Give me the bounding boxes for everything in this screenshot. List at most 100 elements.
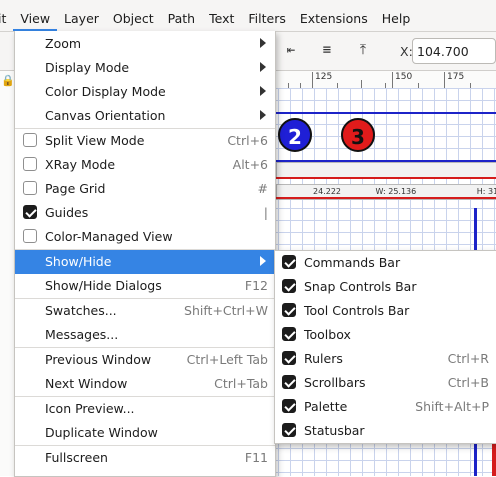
menu-item-label: Page Grid <box>45 181 106 196</box>
menu-item-label: Display Mode <box>45 60 130 75</box>
menu-item-label: XRay Mode <box>45 157 116 172</box>
menu-item-label: Show/Hide <box>45 254 112 269</box>
highlight-frame-red <box>276 177 496 179</box>
menu-item-guides[interactable]: Guides | <box>15 201 275 225</box>
submenu-item-rulers[interactable]: Rulers Ctrl+R <box>275 347 496 371</box>
menu-item-display-mode[interactable]: Display Mode <box>15 56 275 80</box>
menu-item-messages[interactable]: Messages... <box>15 323 275 347</box>
menu-path[interactable]: Path <box>161 11 202 31</box>
menu-view[interactable]: View <box>13 11 58 31</box>
submenu-arrow-icon <box>260 110 266 120</box>
menu-item-shortcut: # <box>257 181 268 196</box>
align-center-icon[interactable]: ≡ <box>318 41 336 59</box>
menu-item-color-managed-view[interactable]: Color-Managed View <box>15 225 275 249</box>
vertical-ruler[interactable] <box>0 88 15 476</box>
submenu-arrow-icon <box>260 86 266 96</box>
x-label: X: <box>400 44 413 59</box>
submenu-item-snap-controls-bar[interactable]: Snap Controls Bar <box>275 275 496 299</box>
checkbox-checked-icon <box>282 351 296 365</box>
menu-item-swatches[interactable]: Swatches... Shift+Ctrl+W <box>15 299 275 323</box>
menu-filters[interactable]: Filters <box>241 11 292 31</box>
menu-item-color-display-mode[interactable]: Color Display Mode <box>15 80 275 104</box>
callout-marker-3: 3 <box>341 118 375 152</box>
coord-h: H: 31.349 <box>476 187 496 196</box>
menu-help[interactable]: Help <box>375 11 418 31</box>
menu-item-label: Guides <box>45 205 89 220</box>
menu-item-label: Scrollbars <box>304 375 366 390</box>
submenu-item-toolbox[interactable]: Toolbox <box>275 323 496 347</box>
menu-item-label: Color-Managed View <box>45 229 173 244</box>
menu-item-shortcut: Shift+Ctrl+W <box>184 303 268 318</box>
menu-item-label: Split View Mode <box>45 133 145 148</box>
menu-item-shortcut: Ctrl+Tab <box>214 376 268 391</box>
menubar: it View Layer Object Path Text Filters E… <box>0 0 496 32</box>
checkbox-unchecked-icon <box>23 157 37 171</box>
menu-item-label: Snap Controls Bar <box>304 279 417 294</box>
highlight-frame-bottom <box>276 197 496 199</box>
menu-item-show-hide[interactable]: Show/Hide <box>15 250 275 274</box>
checkbox-checked-icon <box>282 279 296 293</box>
submenu-arrow-icon <box>260 38 266 48</box>
menu-item-label: Tool Controls Bar <box>304 303 410 318</box>
coord-w: W: 25.136 <box>375 187 417 196</box>
menu-item-previous-window[interactable]: Previous Window Ctrl+Left Tab <box>15 348 275 372</box>
submenu-arrow-icon <box>260 256 266 266</box>
menu-item-shortcut: Shift+Alt+P <box>415 399 489 414</box>
checkbox-checked-icon <box>23 205 37 219</box>
view-menu: Zoom Display Mode Color Display Mode Can… <box>14 31 276 477</box>
guide-line <box>276 112 496 114</box>
menu-item-show-hide-dialogs[interactable]: Show/Hide Dialogs F12 <box>15 274 275 298</box>
checkbox-unchecked-icon <box>23 133 37 147</box>
menu-text[interactable]: Text <box>202 11 241 31</box>
x-coordinate-field[interactable]: 104.700 <box>412 38 496 64</box>
menu-item-label: Messages... <box>45 327 119 342</box>
menu-item-xray-mode[interactable]: XRay Mode Alt+6 <box>15 153 275 177</box>
menu-item-label: Statusbar <box>304 423 365 438</box>
menu-item-page-grid[interactable]: Page Grid # <box>15 177 275 201</box>
submenu-item-statusbar[interactable]: Statusbar <box>275 419 496 443</box>
submenu-item-palette[interactable]: Palette Shift+Alt+P <box>275 395 496 419</box>
coord-y: 24.222 <box>313 187 341 196</box>
align-left-icon[interactable]: ⇤ <box>282 41 300 59</box>
show-hide-submenu: Commands Bar Snap Controls Bar Tool Cont… <box>274 250 496 444</box>
menu-item-shortcut: | <box>263 205 268 220</box>
menu-item-label: Canvas Orientation <box>45 108 166 123</box>
menu-item-duplicate-window[interactable]: Duplicate Window <box>15 421 275 445</box>
menu-item-split-view-mode[interactable]: Split View Mode Ctrl+6 <box>15 129 275 153</box>
menu-item-label: Next Window <box>45 376 128 391</box>
menu-edit[interactable]: it <box>0 11 13 31</box>
menu-extensions[interactable]: Extensions <box>293 11 375 31</box>
menu-item-shortcut: Ctrl+R <box>447 351 489 366</box>
menu-item-label: Fullscreen <box>45 450 108 465</box>
checkbox-unchecked-icon <box>23 181 37 195</box>
lock-icon[interactable]: 🔒 <box>1 74 15 87</box>
menu-item-zoom[interactable]: Zoom <box>15 32 275 56</box>
embedded-toolbar-row <box>276 162 496 178</box>
menu-item-shortcut: Alt+6 <box>232 157 268 172</box>
submenu-item-commands-bar[interactable]: Commands Bar <box>275 251 496 275</box>
checkbox-checked-icon <box>282 327 296 341</box>
menu-item-next-window[interactable]: Next Window Ctrl+Tab <box>15 372 275 396</box>
submenu-item-tool-controls-bar[interactable]: Tool Controls Bar <box>275 299 496 323</box>
menu-item-label: Toolbox <box>304 327 351 342</box>
menu-item-label: Zoom <box>45 36 82 51</box>
checkbox-checked-icon <box>282 255 296 269</box>
align-top-icon[interactable]: ⤒ <box>354 41 372 59</box>
menu-item-shortcut: Ctrl+B <box>447 375 489 390</box>
ruler-label-125: 125 <box>315 72 333 82</box>
menu-item-label: Icon Preview... <box>45 401 135 416</box>
menu-item-label: Palette <box>304 399 348 414</box>
menu-item-icon-preview[interactable]: Icon Preview... <box>15 397 275 421</box>
menu-item-canvas-orientation[interactable]: Canvas Orientation <box>15 104 275 128</box>
menu-object[interactable]: Object <box>106 11 161 31</box>
menu-item-label: Commands Bar <box>304 255 401 270</box>
submenu-item-scrollbars[interactable]: Scrollbars Ctrl+B <box>275 371 496 395</box>
menu-item-shortcut: F12 <box>244 278 268 293</box>
menu-item-label: Previous Window <box>45 352 152 367</box>
menu-item-shortcut: Ctrl+6 <box>227 133 268 148</box>
submenu-arrow-icon <box>260 62 266 72</box>
checkbox-checked-icon <box>282 423 296 437</box>
menu-item-shortcut: F11 <box>244 450 268 465</box>
menu-item-fullscreen[interactable]: Fullscreen F11 <box>15 446 275 470</box>
menu-layer[interactable]: Layer <box>57 11 106 31</box>
